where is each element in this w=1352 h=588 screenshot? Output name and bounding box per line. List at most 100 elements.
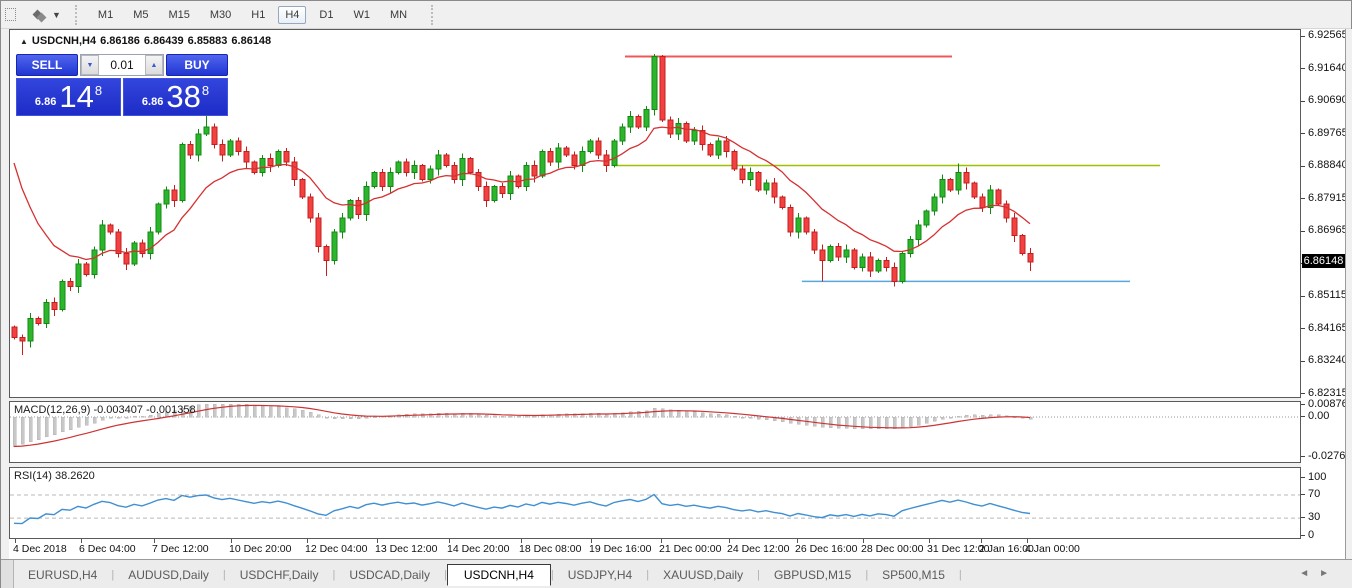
sell-button[interactable]: SELL (16, 54, 78, 76)
timeframe-button-m1[interactable]: M1 (91, 6, 120, 24)
tab-scroll-right-icon[interactable]: ► (1319, 568, 1339, 579)
chart-tab-audusd[interactable]: AUDUSD,Daily (114, 565, 223, 585)
volume-input[interactable] (99, 55, 145, 75)
buy-price-prefix: 6.86 (142, 96, 163, 108)
price-axis[interactable]: 6.925656.916406.906906.897656.888406.879… (1301, 29, 1345, 559)
window-right-edge (1345, 29, 1352, 588)
rsi-chart[interactable] (10, 468, 1300, 538)
price-axis-tick (1301, 36, 1305, 37)
price-axis-tick (1301, 198, 1305, 199)
time-axis-label: 4 Dec 2018 (13, 543, 67, 555)
price-axis-label: 6.85115 (1308, 289, 1347, 301)
chart-tab-eurusd[interactable]: EURUSD,H4 (14, 565, 111, 585)
price-axis-label: 6.84165 (1308, 322, 1348, 334)
price-axis-tick (1301, 231, 1305, 232)
buy-button[interactable]: BUY (166, 54, 228, 76)
price-axis-label: 6.86965 (1308, 224, 1348, 236)
timeframe-button-d1[interactable]: D1 (312, 6, 340, 24)
sell-price-main: 14 (59, 82, 93, 112)
toolbar: ▼ M1 M5 M15 M30 H1 H4 D1 W1 MN (1, 1, 1351, 29)
price-axis-label: 6.92565 (1308, 29, 1348, 41)
timeframe-button-h1[interactable]: H1 (244, 6, 272, 24)
ohlc-open: 6.86186 (100, 35, 140, 47)
rsi-indicator-pane[interactable]: RSI(14) 38.2620 (9, 467, 1301, 539)
dropdown-caret-icon[interactable]: ▼ (52, 10, 61, 20)
time-axis-label: 4 Jan 00:00 (1025, 543, 1080, 555)
current-price-tag: 6.86148 (1302, 254, 1345, 268)
chart-tab-sp500[interactable]: SP500,M15 (868, 565, 959, 585)
rsi-axis-tick (1301, 517, 1305, 518)
collapse-panel-icon[interactable]: ▲ (20, 37, 28, 46)
sell-price-tile[interactable]: 6.86 14 8 (16, 78, 121, 116)
time-axis-label: 6 Dec 04:00 (79, 543, 136, 555)
price-axis-label: 6.89765 (1308, 127, 1348, 139)
timeframe-button-w1[interactable]: W1 (346, 6, 377, 24)
mt4-window: ▼ M1 M5 M15 M30 H1 H4 D1 W1 MN ▲ USDCNH,H4 6.86186… (0, 0, 1352, 588)
rsi-label: RSI(14) 38.2620 (14, 470, 95, 482)
selection-tool-icon[interactable] (5, 8, 16, 21)
volume-decrease-button[interactable]: ▼ (81, 55, 99, 75)
timeframe-button-m15[interactable]: M15 (161, 6, 196, 24)
chart-tab-usdcad[interactable]: USDCAD,Daily (335, 565, 444, 585)
time-axis[interactable]: 4 Dec 20186 Dec 04:007 Dec 12:0010 Dec 2… (9, 539, 1301, 559)
timeframe-button-mn[interactable]: MN (383, 6, 414, 24)
ohlc-close: 6.86148 (231, 35, 271, 47)
timeframe-button-h4[interactable]: H4 (278, 6, 306, 24)
macd-axis-tick (1301, 416, 1305, 417)
time-axis-label: 7 Dec 12:00 (152, 543, 209, 555)
new-order-icon[interactable] (34, 8, 45, 21)
chart-tab-bar: EURUSD,H4|AUDUSD,Daily|USDCHF,Daily|USDC… (1, 559, 1352, 588)
rsi-axis-tick (1301, 535, 1305, 536)
tab-separator: | (959, 569, 962, 581)
symbol-label: USDCNH,H4 (32, 35, 96, 47)
rsi-axis-label: 0 (1308, 529, 1314, 541)
tab-scroll-left-icon[interactable]: ◄ (1299, 568, 1319, 579)
rsi-axis-label: 70 (1308, 488, 1320, 500)
price-axis-label: 6.91640 (1308, 62, 1348, 74)
toolbar-separator (75, 5, 80, 25)
time-axis-label: 26 Dec 16:00 (795, 543, 857, 555)
price-axis-tick (1301, 328, 1305, 329)
toolbar-separator (431, 5, 436, 25)
timeframe-button-m30[interactable]: M30 (203, 6, 238, 24)
macd-indicator-pane[interactable]: MACD(12,26,9) -0.003407 -0.001358 (9, 401, 1301, 463)
price-axis-tick (1301, 393, 1305, 394)
one-click-trading-panel: SELL ▼ ▲ BUY 6.86 14 8 6.86 38 8 (16, 54, 228, 116)
timeframe-button-group: M1 M5 M15 M30 H1 H4 D1 W1 MN (88, 6, 417, 24)
macd-axis-tick (1301, 456, 1305, 457)
tabs-holder: EURUSD,H4|AUDUSD,Daily|USDCHF,Daily|USDC… (14, 563, 962, 586)
chart-header: ▲ USDCNH,H4 6.86186 6.86439 6.858836.86148 (20, 35, 275, 47)
rsi-line (14, 495, 1030, 524)
volume-increase-button[interactable]: ▲ (145, 55, 163, 75)
chart-tab-usdchf[interactable]: USDCHF,Daily (226, 565, 333, 585)
price-axis-label: 6.87915 (1308, 192, 1348, 204)
time-axis-label: 13 Dec 12:00 (375, 543, 437, 555)
rsi-axis-tick (1301, 494, 1305, 495)
price-axis-tick (1301, 296, 1305, 297)
chart-tab-xauusd[interactable]: XAUUSD,Daily (649, 565, 757, 585)
ohlc-high: 6.86439 (144, 35, 184, 47)
chart-tab-usdjpy[interactable]: USDJPY,H4 (554, 565, 646, 585)
macd-label: MACD(12,26,9) -0.003407 -0.001358 (14, 404, 196, 416)
time-axis-label: 19 Dec 16:00 (589, 543, 651, 555)
price-axis-label: 6.83240 (1308, 354, 1348, 366)
macd-axis-label: 0.00 (1308, 410, 1329, 422)
tab-scroll-arrows: ◄► (1299, 568, 1339, 579)
rsi-axis-label: 30 (1308, 511, 1320, 523)
buy-price-pip: 8 (202, 83, 209, 98)
main-chart-pane[interactable]: ▲USDCNH,H46.861866.864396.858836.86148 S… (9, 29, 1301, 398)
price-axis-tick (1301, 133, 1305, 134)
timeframe-button-m5[interactable]: M5 (126, 6, 155, 24)
price-axis-label: 6.90690 (1308, 94, 1348, 106)
buy-price-main: 38 (166, 82, 200, 112)
macd-chart[interactable] (10, 402, 1300, 462)
rsi-axis-label: 100 (1308, 471, 1326, 483)
price-axis-tick (1301, 101, 1305, 102)
chart-tab-gbpusd[interactable]: GBPUSD,M15 (760, 565, 865, 585)
rsi-axis-tick (1301, 477, 1305, 478)
time-axis-label: 18 Dec 08:00 (519, 543, 581, 555)
buy-price-tile[interactable]: 6.86 38 8 (123, 78, 228, 116)
ohlc-low: 6.85883 (188, 35, 228, 47)
time-axis-label: 21 Dec 00:00 (659, 543, 721, 555)
chart-tab-usdcnh[interactable]: USDCNH,H4 (447, 564, 551, 586)
